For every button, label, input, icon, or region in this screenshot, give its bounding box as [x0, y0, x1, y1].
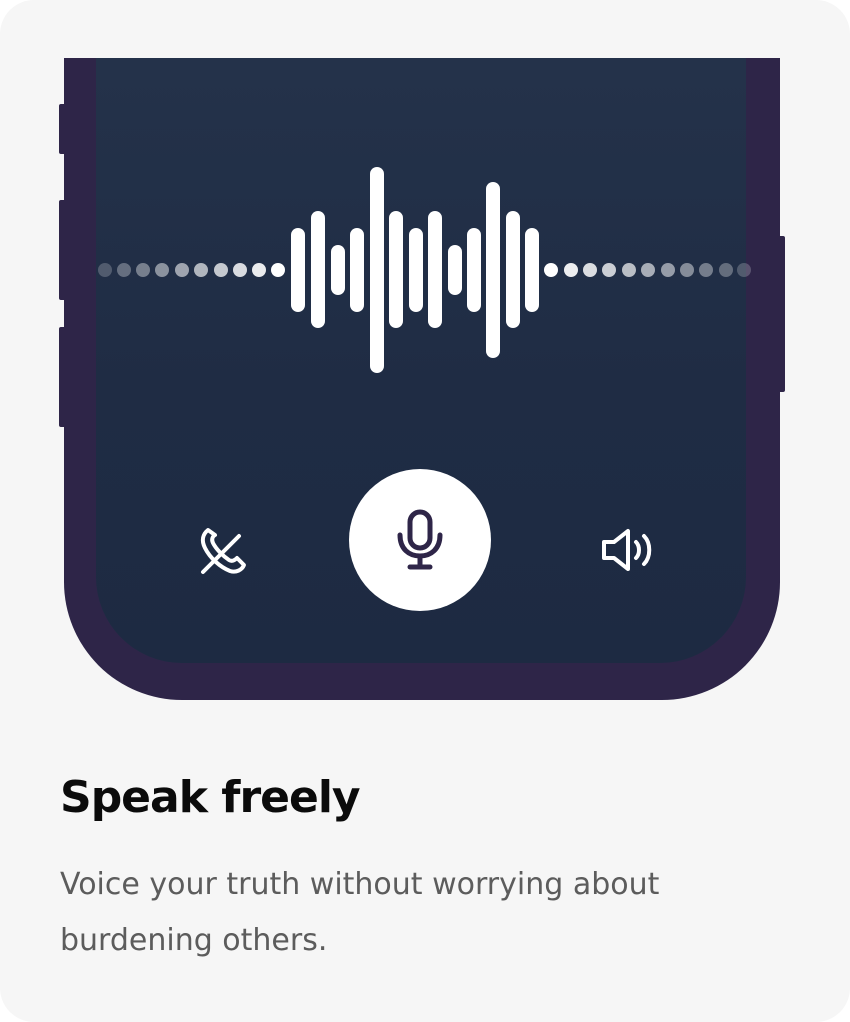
waveform-dot — [544, 263, 558, 277]
waveform-dot — [564, 263, 578, 277]
waveform-dot — [622, 263, 636, 277]
waveform-dot — [214, 263, 228, 277]
waveform-bar — [331, 245, 345, 295]
waveform-dot — [155, 263, 169, 277]
waveform-dot — [271, 263, 285, 277]
waveform-dot — [117, 263, 131, 277]
card-title: Speak freely — [60, 772, 361, 823]
speaker-button[interactable] — [598, 520, 662, 580]
microphone-icon — [397, 509, 443, 570]
waveform-dot — [98, 263, 112, 277]
waveform-bar — [525, 228, 539, 312]
waveform-dot — [583, 263, 597, 277]
waveform-dot — [175, 263, 189, 277]
waveform-dot — [719, 263, 733, 277]
waveform-dot — [641, 263, 655, 277]
waveform-dot — [252, 263, 266, 277]
waveform-bar — [467, 228, 481, 312]
waveform-dot — [737, 263, 751, 277]
speaker-icon — [602, 529, 652, 571]
waveform-bar — [311, 211, 325, 328]
waveform-dot — [233, 263, 247, 277]
waveform-bar — [409, 228, 423, 312]
voice-waveform — [98, 167, 751, 373]
waveform-dot — [136, 263, 150, 277]
waveform-dot — [680, 263, 694, 277]
microphone-button[interactable] — [349, 469, 491, 611]
waveform-bar — [506, 211, 520, 328]
waveform-bar — [370, 167, 384, 373]
waveform-dot — [661, 263, 675, 277]
waveform-bar — [428, 211, 442, 328]
feature-card: Speak freely Voice your truth without wo… — [0, 0, 850, 1022]
waveform-dot — [194, 263, 208, 277]
waveform-bar — [291, 228, 305, 312]
hangup-button[interactable] — [190, 520, 254, 580]
phone-hangup-icon — [200, 528, 246, 574]
waveform-bar — [389, 211, 403, 328]
card-description: Voice your truth without worrying about … — [60, 867, 660, 958]
waveform-bar — [486, 182, 500, 358]
waveform-dot — [699, 263, 713, 277]
waveform-bar — [448, 245, 462, 295]
waveform-dot — [602, 263, 616, 277]
waveform-bar — [350, 228, 364, 312]
